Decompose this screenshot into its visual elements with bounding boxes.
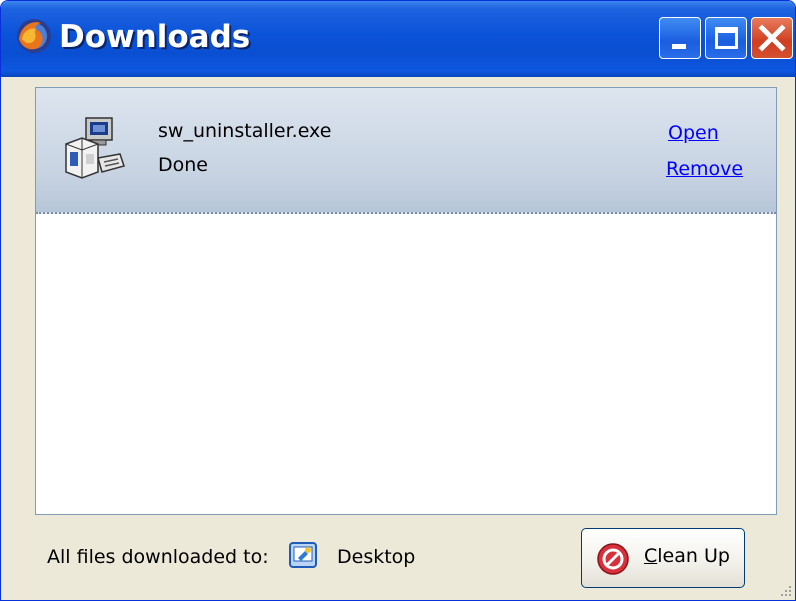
- close-icon: [758, 24, 786, 52]
- resize-grip-icon[interactable]: [777, 582, 793, 598]
- window-title: Downloads: [59, 19, 251, 55]
- downloads-window: Downloads sw_uninstaller.exe Done Open R…: [0, 0, 796, 601]
- download-item[interactable]: sw_uninstaller.exe Done Open Remove: [36, 88, 776, 214]
- download-status: Done: [158, 154, 208, 176]
- installer-icon: [65, 117, 125, 179]
- downloads-list[interactable]: sw_uninstaller.exe Done Open Remove: [35, 87, 777, 515]
- clean-up-label: Clean Up: [644, 545, 730, 567]
- title-bar[interactable]: Downloads: [1, 1, 795, 77]
- no-entry-icon: [597, 543, 629, 575]
- minimize-icon: [672, 44, 686, 49]
- open-link[interactable]: Open: [668, 122, 719, 144]
- firefox-icon: [17, 19, 51, 53]
- clean-up-button[interactable]: Clean Up: [581, 528, 745, 588]
- clean-up-label-rest: lean Up: [657, 545, 730, 567]
- maximize-icon: [715, 27, 738, 49]
- accelerator-letter: C: [644, 545, 658, 567]
- download-location-label: All files downloaded to:: [47, 546, 269, 568]
- download-file-name: sw_uninstaller.exe: [158, 120, 332, 142]
- download-folder-name[interactable]: Desktop: [337, 546, 415, 568]
- minimize-button[interactable]: [659, 17, 701, 59]
- desktop-icon[interactable]: [287, 539, 321, 573]
- maximize-button[interactable]: [705, 17, 747, 59]
- close-button[interactable]: [751, 17, 793, 59]
- remove-link[interactable]: Remove: [666, 158, 743, 180]
